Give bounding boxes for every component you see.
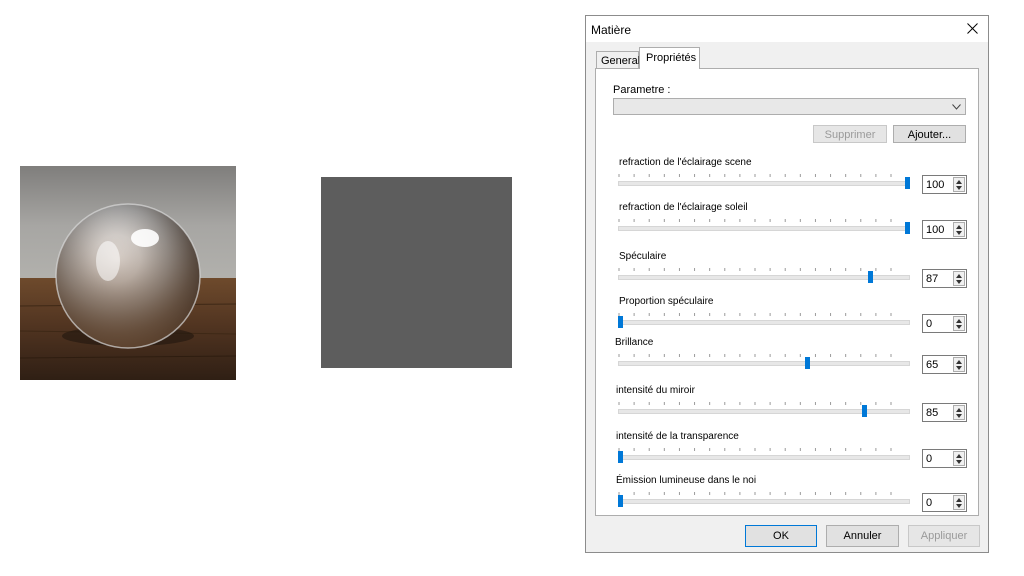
arrow-up-icon (956, 360, 962, 364)
chevron-down-icon (952, 104, 961, 110)
delete-button[interactable]: Supprimer (813, 125, 887, 143)
slider-thumb[interactable] (618, 451, 623, 463)
slider-track[interactable] (618, 181, 910, 186)
slider-track[interactable] (618, 499, 910, 504)
arrow-down-icon (956, 280, 962, 284)
value-spinbox[interactable]: 0 (922, 314, 967, 333)
slider-thumb[interactable] (905, 177, 910, 189)
spinbox-value: 85 (926, 407, 939, 419)
slider-ticks (618, 268, 892, 271)
value-spinbox[interactable]: 0 (922, 493, 967, 512)
slider-thumb[interactable] (861, 405, 867, 417)
spin-arrows-button[interactable] (953, 357, 965, 372)
tab-general[interactable]: General (596, 51, 640, 68)
add-button[interactable]: Ajouter... (893, 125, 966, 143)
spin-arrows-button[interactable] (953, 177, 965, 192)
value-spinbox[interactable]: 100 (922, 175, 967, 194)
slider-label: Émission lumineuse dans le noi (616, 475, 757, 486)
spinbox-value: 100 (926, 179, 945, 191)
arrow-down-icon (956, 231, 962, 235)
arrow-down-icon (956, 186, 962, 190)
value-spinbox[interactable]: 85 (922, 403, 967, 422)
slider-ticks (618, 492, 892, 495)
arrow-down-icon (956, 366, 962, 370)
spin-arrows-button[interactable] (953, 271, 965, 286)
slider-label: refraction de l'éclairage soleil (619, 202, 748, 213)
spin-arrows-button[interactable] (953, 495, 965, 510)
spinbox-value: 0 (926, 497, 933, 509)
arrow-down-icon (956, 325, 962, 329)
slider-track[interactable] (618, 455, 910, 460)
slider-thumb[interactable] (618, 495, 623, 507)
slider-label: intensité de la transparence (616, 431, 739, 442)
spin-arrows-button[interactable] (953, 316, 965, 331)
arrow-up-icon (956, 180, 962, 184)
slider-label: Proportion spéculaire (619, 296, 714, 307)
slider-ticks (618, 219, 892, 222)
spinbox-value: 0 (926, 318, 933, 330)
slider-thumb[interactable] (804, 357, 810, 369)
title-bar: Matière (586, 16, 988, 42)
slider-label: Spéculaire (619, 251, 667, 262)
spinbox-value: 65 (926, 359, 939, 371)
slider-track[interactable] (618, 226, 910, 231)
spin-arrows-button[interactable] (953, 222, 965, 237)
spin-arrows-button[interactable] (953, 405, 965, 420)
parameter-select[interactable] (613, 98, 966, 115)
arrow-up-icon (956, 225, 962, 229)
slider-thumb[interactable] (618, 316, 623, 328)
close-button[interactable] (958, 16, 988, 42)
arrow-up-icon (956, 498, 962, 502)
value-spinbox[interactable]: 65 (922, 355, 967, 374)
slider-label: Brillance (615, 337, 654, 348)
slider-thumb[interactable] (905, 222, 910, 234)
spin-arrows-button[interactable] (953, 451, 965, 466)
tab-properties[interactable]: Propriétés (639, 47, 700, 69)
cancel-button[interactable]: Annuler (826, 525, 899, 547)
slider-ticks (618, 354, 892, 357)
arrow-up-icon (956, 408, 962, 412)
parameter-label: Parametre : (613, 84, 671, 96)
value-spinbox[interactable]: 87 (922, 269, 967, 288)
spinbox-value: 100 (926, 224, 945, 236)
arrow-up-icon (956, 454, 962, 458)
arrow-up-icon (956, 319, 962, 323)
slider-label: refraction de l'éclairage scene (619, 157, 752, 168)
slider-thumb[interactable] (867, 271, 873, 283)
value-spinbox[interactable]: 100 (922, 220, 967, 239)
slider-ticks (618, 448, 892, 451)
flat-material-preview (321, 177, 512, 368)
slider-track[interactable] (618, 320, 910, 325)
dialog-title: Matière (591, 23, 632, 37)
slider-ticks (618, 174, 892, 177)
slider-ticks (618, 313, 892, 316)
value-spinbox[interactable]: 0 (922, 449, 967, 468)
arrow-up-icon (956, 274, 962, 278)
chrome-sphere-render (20, 166, 236, 380)
arrow-down-icon (956, 414, 962, 418)
arrow-down-icon (956, 460, 962, 464)
slider-track[interactable] (618, 275, 910, 280)
spinbox-value: 0 (926, 453, 933, 465)
slider-track[interactable] (618, 361, 910, 366)
spinbox-value: 87 (926, 273, 939, 285)
slider-label: intensité du miroir (616, 385, 695, 396)
close-icon (967, 23, 978, 34)
slider-ticks (618, 402, 892, 405)
ok-button[interactable]: OK (745, 525, 817, 547)
apply-button[interactable]: Appliquer (908, 525, 980, 547)
material-dialog: Matière General Propriétés Parametre : S… (585, 15, 989, 553)
properties-panel: Parametre : Supprimer Ajouter... refract… (595, 68, 979, 516)
arrow-down-icon (956, 504, 962, 508)
sphere-preview-image (20, 166, 236, 380)
